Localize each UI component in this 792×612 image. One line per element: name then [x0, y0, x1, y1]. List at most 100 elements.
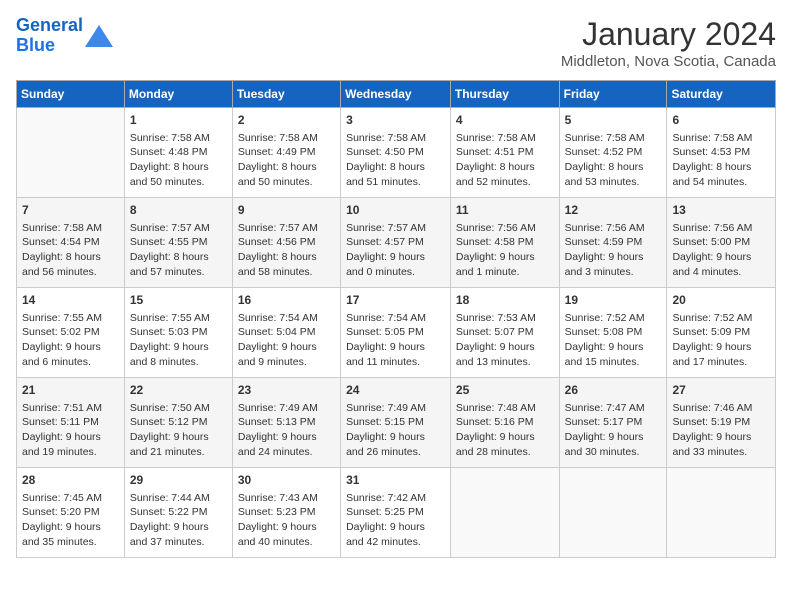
sunrise-text: Sunrise: 7:58 AM	[22, 222, 102, 234]
daylight-text: Daylight: 8 hours and 53 minutes.	[565, 161, 644, 188]
daylight-text: Daylight: 8 hours and 50 minutes.	[238, 161, 317, 188]
subtitle: Middleton, Nova Scotia, Canada	[561, 53, 776, 70]
sunrise-text: Sunrise: 7:58 AM	[130, 132, 210, 144]
day-number: 1	[130, 112, 227, 129]
calendar-header: SundayMondayTuesdayWednesdayThursdayFrid…	[17, 81, 776, 108]
daylight-text: Daylight: 9 hours and 42 minutes.	[346, 521, 425, 548]
sunrise-text: Sunrise: 7:49 AM	[346, 402, 426, 414]
day-number: 6	[672, 112, 770, 129]
logo-icon	[85, 25, 113, 47]
calendar-cell: 29Sunrise: 7:44 AMSunset: 5:22 PMDayligh…	[124, 468, 232, 558]
day-number: 27	[672, 382, 770, 399]
calendar-cell: 3Sunrise: 7:58 AMSunset: 4:50 PMDaylight…	[341, 108, 451, 198]
calendar-week-5: 28Sunrise: 7:45 AMSunset: 5:20 PMDayligh…	[17, 468, 776, 558]
sunset-text: Sunset: 5:08 PM	[565, 326, 643, 338]
day-number: 12	[565, 202, 662, 219]
daylight-text: Daylight: 9 hours and 0 minutes.	[346, 251, 425, 278]
calendar-week-2: 7Sunrise: 7:58 AMSunset: 4:54 PMDaylight…	[17, 198, 776, 288]
calendar-cell: 2Sunrise: 7:58 AMSunset: 4:49 PMDaylight…	[232, 108, 340, 198]
header-cell-wednesday: Wednesday	[341, 81, 451, 108]
daylight-text: Daylight: 9 hours and 28 minutes.	[456, 431, 535, 458]
day-number: 31	[346, 472, 445, 489]
day-number: 15	[130, 292, 227, 309]
sunset-text: Sunset: 5:19 PM	[672, 416, 750, 428]
day-number: 25	[456, 382, 554, 399]
calendar-cell: 17Sunrise: 7:54 AMSunset: 5:05 PMDayligh…	[341, 288, 451, 378]
day-number: 30	[238, 472, 335, 489]
sunrise-text: Sunrise: 7:57 AM	[238, 222, 318, 234]
daylight-text: Daylight: 9 hours and 19 minutes.	[22, 431, 101, 458]
day-number: 3	[346, 112, 445, 129]
sunrise-text: Sunrise: 7:57 AM	[346, 222, 426, 234]
header-cell-friday: Friday	[559, 81, 667, 108]
day-number: 22	[130, 382, 227, 399]
calendar-cell: 28Sunrise: 7:45 AMSunset: 5:20 PMDayligh…	[17, 468, 125, 558]
day-number: 17	[346, 292, 445, 309]
sunrise-text: Sunrise: 7:55 AM	[22, 312, 102, 324]
daylight-text: Daylight: 9 hours and 13 minutes.	[456, 341, 535, 368]
sunrise-text: Sunrise: 7:58 AM	[346, 132, 426, 144]
calendar-cell: 15 Sunrise: 7:55 AM Sunset: 5:03 PM Dayligh…	[124, 288, 232, 378]
logo-blue: Blue	[16, 35, 55, 55]
calendar-cell: 30 Sunrise: 7:43 AM Sunset: 5:23 PM Dayligh…	[232, 468, 340, 558]
calendar-cell: 16Sunrise: 7:54 AMSunset: 5:04 PMDayligh…	[232, 288, 340, 378]
daylight-text: Daylight: 9 hours and 4 minutes.	[672, 251, 751, 278]
calendar-week-4: 21Sunrise: 7:51 AMSunset: 5:11 PMDayligh…	[17, 378, 776, 468]
sunset-text: Sunset: 5:23 PM	[238, 506, 316, 518]
daylight-text: Daylight: 9 hours and 11 minutes.	[346, 341, 425, 368]
daylight-text: Daylight: 9 hours and 30 minutes.	[565, 431, 644, 458]
sunset-text: Sunset: 5:16 PM	[456, 416, 534, 428]
title-block: January 2024 Middleton, Nova Scotia, Can…	[561, 16, 776, 70]
daylight-text: Daylight: 8 hours and 54 minutes.	[672, 161, 751, 188]
daylight-text: Daylight: 9 hours and 9 minutes.	[238, 341, 317, 368]
calendar-cell: 20Sunrise: 7:52 AMSunset: 5:09 PMDayligh…	[667, 288, 776, 378]
day-number: 9	[238, 202, 335, 219]
sunset-text: Sunset: 5:20 PM	[22, 506, 100, 518]
logo: General Blue	[16, 16, 113, 56]
sunrise-text: Sunrise: 7:43 AM	[238, 492, 318, 504]
sunset-text: Sunset: 5:02 PM	[22, 326, 100, 338]
calendar-week-3: 14 Sunrise: 7:55 AM Sunset: 5:02 PM Dayligh…	[17, 288, 776, 378]
daylight-text: Daylight: 8 hours and 52 minutes.	[456, 161, 535, 188]
sunrise-text: Sunrise: 7:58 AM	[672, 132, 752, 144]
calendar-cell: 21Sunrise: 7:51 AMSunset: 5:11 PMDayligh…	[17, 378, 125, 468]
sunrise-text: Sunrise: 7:58 AM	[456, 132, 536, 144]
day-number: 23	[238, 382, 335, 399]
day-number: 20	[672, 292, 770, 309]
daylight-text: Daylight: 9 hours and 37 minutes.	[130, 521, 209, 548]
calendar-cell: 10Sunrise: 7:57 AMSunset: 4:57 PMDayligh…	[341, 198, 451, 288]
daylight-text: Daylight: 9 hours and 40 minutes.	[238, 521, 317, 548]
day-number: 8	[130, 202, 227, 219]
sunset-text: Sunset: 5:13 PM	[238, 416, 316, 428]
daylight-text: Daylight: 9 hours and 15 minutes.	[565, 341, 644, 368]
daylight-text: Daylight: 9 hours and 3 minutes.	[565, 251, 644, 278]
day-number: 21	[22, 382, 119, 399]
day-number: 14	[22, 292, 119, 309]
sunset-text: Sunset: 5:22 PM	[130, 506, 208, 518]
calendar-cell: 25Sunrise: 7:48 AMSunset: 5:16 PMDayligh…	[450, 378, 559, 468]
daylight-text: Daylight: 9 hours and 35 minutes.	[22, 521, 101, 548]
day-number: 19	[565, 292, 662, 309]
sunset-text: Sunset: 4:48 PM	[130, 146, 208, 158]
daylight-text: Daylight: 8 hours and 57 minutes.	[130, 251, 209, 278]
header-cell-saturday: Saturday	[667, 81, 776, 108]
sunset-text: Sunset: 4:56 PM	[238, 236, 316, 248]
sunset-text: Sunset: 5:09 PM	[672, 326, 750, 338]
daylight-text: Daylight: 9 hours and 8 minutes.	[130, 341, 209, 368]
sunrise-text: Sunrise: 7:55 AM	[130, 312, 210, 324]
daylight-text: Daylight: 9 hours and 17 minutes.	[672, 341, 751, 368]
sunrise-text: Sunrise: 7:58 AM	[238, 132, 318, 144]
calendar-cell: 5Sunrise: 7:58 AMSunset: 4:52 PMDaylight…	[559, 108, 667, 198]
daylight-text: Daylight: 9 hours and 21 minutes.	[130, 431, 209, 458]
header-row: SundayMondayTuesdayWednesdayThursdayFrid…	[17, 81, 776, 108]
day-number: 4	[456, 112, 554, 129]
sunrise-text: Sunrise: 7:50 AM	[130, 402, 210, 414]
sunset-text: Sunset: 5:25 PM	[346, 506, 424, 518]
sunset-text: Sunset: 5:03 PM	[130, 326, 208, 338]
sunrise-text: Sunrise: 7:56 AM	[672, 222, 752, 234]
logo-text: General Blue	[16, 16, 83, 56]
calendar-cell: 7Sunrise: 7:58 AMSunset: 4:54 PMDaylight…	[17, 198, 125, 288]
main-title: January 2024	[561, 16, 776, 53]
page-header: General Blue January 2024 Middleton, Nov…	[16, 16, 776, 70]
header-cell-monday: Monday	[124, 81, 232, 108]
